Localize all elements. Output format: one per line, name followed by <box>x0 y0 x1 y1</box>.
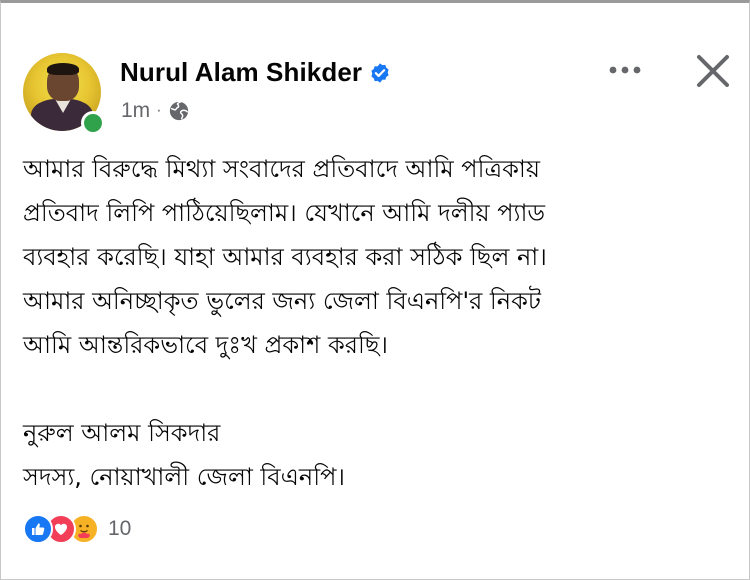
more-options-icon[interactable] <box>605 57 645 83</box>
reaction-count[interactable]: 10 <box>108 517 131 541</box>
online-status-indicator <box>81 111 105 135</box>
post-text-line: ব্যবহার করেছি। যাহা আমার ব্যবহার করা সঠি… <box>23 243 547 271</box>
post-text-line: আমার বিরুদ্ধে মিথ্যা সংবাদের প্রতিবাদে আ… <box>23 155 540 183</box>
author-row: Nurul Alam Shikder <box>120 57 391 88</box>
avatar-hair <box>47 63 79 75</box>
close-icon[interactable] <box>693 51 733 91</box>
author-name[interactable]: Nurul Alam Shikder <box>120 57 362 88</box>
signature-name: নুরুল আলম সিকদার <box>23 419 221 447</box>
like-icon <box>23 514 53 544</box>
reactions-summary[interactable]: 10 <box>23 514 131 544</box>
signature-title: সদস্য, নোয়াখালী জেলা বিএনপি। <box>23 463 345 491</box>
post-meta: 1m · <box>121 99 190 123</box>
post-card: Nurul Alam Shikder 1m · আমার বিরুদ্ধে মি… <box>0 0 750 580</box>
globe-icon[interactable] <box>168 100 190 122</box>
verified-badge-icon <box>369 62 391 84</box>
post-text: আমার বিরুদ্ধে মিথ্যা সংবাদের প্রতিবাদে আ… <box>23 147 733 499</box>
post-text-line: আমার অনিচ্ছাকৃত ভুলের জন্য জেলা বিএনপি'র… <box>23 287 541 315</box>
post-text-line: আমি আন্তরিকভাবে দুঃখ প্রকাশ করছি। <box>23 331 388 359</box>
post-header: Nurul Alam Shikder 1m · <box>23 51 733 135</box>
post-timestamp[interactable]: 1m <box>121 99 150 123</box>
meta-separator: · <box>156 102 162 119</box>
post-text-line: প্রতিবাদ লিপি পাঠিয়েছিলাম। যেখানে আমি দ… <box>23 199 546 227</box>
